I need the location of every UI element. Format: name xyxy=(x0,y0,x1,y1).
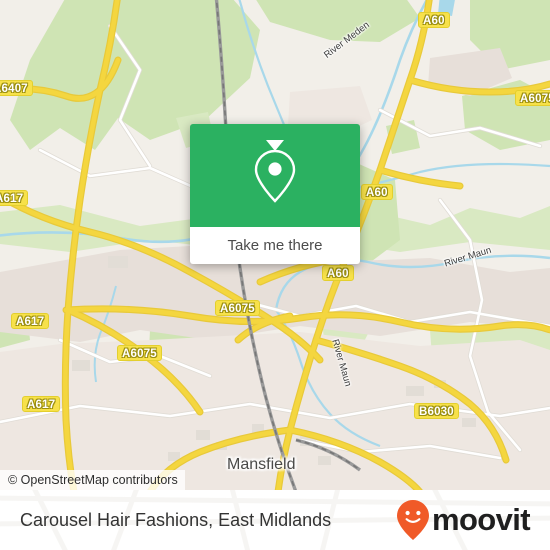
road-shield: A60 xyxy=(361,184,393,200)
footer-bar: Carousel Hair Fashions, East Midlands mo… xyxy=(0,490,550,550)
road-shield: A60 xyxy=(418,12,450,28)
location-title: Carousel Hair Fashions, East Midlands xyxy=(20,509,332,530)
road-shield: A60 xyxy=(322,265,354,281)
place-label: Mansfield xyxy=(227,456,296,473)
road-shield: A6075 xyxy=(515,90,550,106)
moovit-wordmark: moovit xyxy=(431,502,531,537)
map-canvas[interactable]: .grn { fill:#cfe4b4; } .grn2 { fill:#d9e… xyxy=(0,0,550,490)
road-shield: A6075 xyxy=(117,345,162,361)
road-shield: A617 xyxy=(11,313,50,329)
moovit-smiley-pin-icon xyxy=(396,500,429,540)
road-shield: A617 xyxy=(22,396,61,412)
map-pin-icon xyxy=(254,149,296,203)
road-shield: B6030 xyxy=(414,403,459,419)
moovit-brand[interactable]: moovit xyxy=(396,499,531,541)
road-shield: A6407 xyxy=(0,80,33,96)
osm-attribution[interactable]: © OpenStreetMap contributors xyxy=(0,470,185,490)
moovit-map-screenshot: .grn { fill:#cfe4b4; } .grn2 { fill:#d9e… xyxy=(0,0,550,550)
road-shield: A617 xyxy=(0,190,29,206)
road-shield: A6075 xyxy=(215,300,260,316)
popup-tail xyxy=(266,140,284,151)
take-me-there-button[interactable]: Take me there xyxy=(190,227,360,264)
take-me-there-label: Take me there xyxy=(227,237,323,254)
